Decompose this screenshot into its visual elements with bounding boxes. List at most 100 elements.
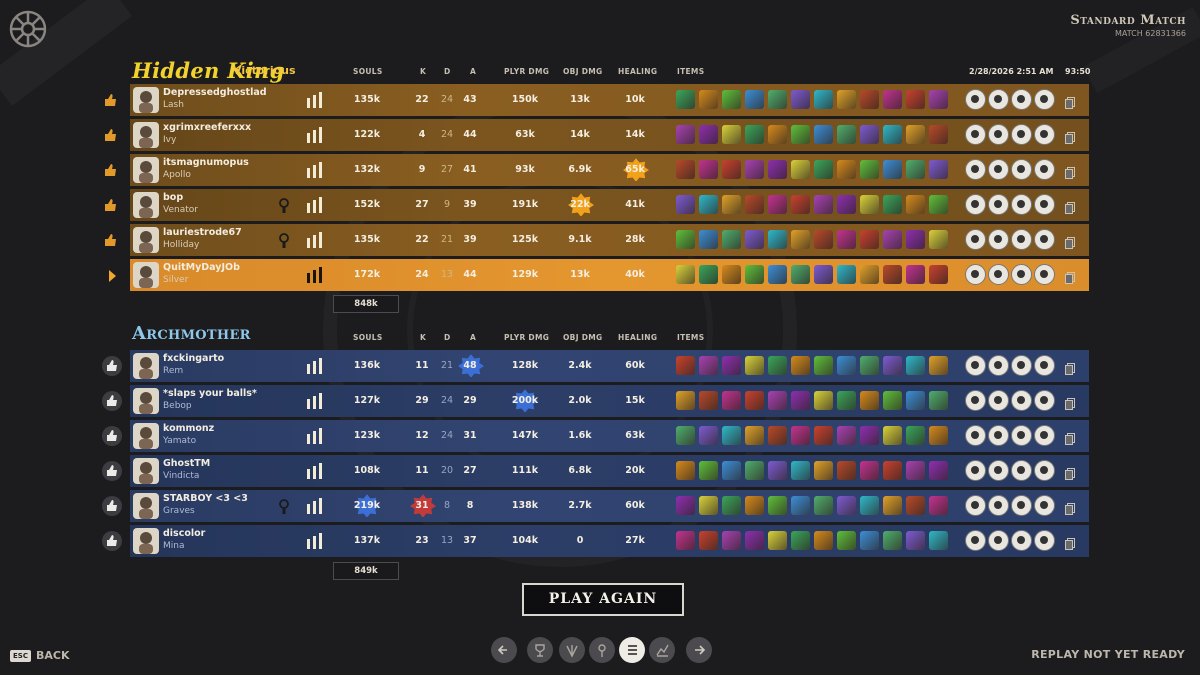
- item-icon[interactable]: [699, 230, 718, 249]
- thumbs-up-icon[interactable]: [102, 426, 122, 446]
- item-icon[interactable]: [768, 531, 787, 550]
- player-name[interactable]: kommonz: [163, 423, 214, 434]
- thumbs-up-icon[interactable]: [103, 197, 121, 215]
- copy-build-icon[interactable]: [1065, 535, 1075, 550]
- nav-hero-button[interactable]: [559, 637, 585, 663]
- item-icon[interactable]: [745, 531, 764, 550]
- item-icon[interactable]: [676, 195, 695, 214]
- player-name[interactable]: lauriestrode67: [163, 227, 242, 238]
- item-icon[interactable]: [929, 195, 948, 214]
- item-icon[interactable]: [883, 496, 902, 515]
- item-icon[interactable]: [883, 461, 902, 480]
- item-icon[interactable]: [699, 195, 718, 214]
- item-icon[interactable]: [699, 531, 718, 550]
- item-icon[interactable]: [906, 496, 925, 515]
- item-icon[interactable]: [768, 461, 787, 480]
- item-icon[interactable]: [699, 461, 718, 480]
- item-icon[interactable]: [814, 125, 833, 144]
- item-icon[interactable]: [929, 125, 948, 144]
- item-icon[interactable]: [768, 125, 787, 144]
- item-icon[interactable]: [676, 461, 695, 480]
- item-icon[interactable]: [791, 391, 810, 410]
- item-icon[interactable]: [676, 160, 695, 179]
- copy-build-icon[interactable]: [1065, 430, 1075, 445]
- player-row[interactable]: fxckingarto Rem 136k 11 21 48 128k 2.4k 60k: [130, 350, 1089, 382]
- item-icon[interactable]: [929, 426, 948, 445]
- item-icon[interactable]: [745, 356, 764, 375]
- item-icon[interactable]: [676, 90, 695, 109]
- item-icon[interactable]: [837, 195, 856, 214]
- thumbs-up-icon[interactable]: [102, 391, 122, 411]
- player-name[interactable]: GhostTM: [163, 458, 210, 469]
- item-icon[interactable]: [722, 531, 741, 550]
- nav-trophy-button[interactable]: [527, 637, 553, 663]
- item-icon[interactable]: [906, 265, 925, 284]
- item-icon[interactable]: [883, 125, 902, 144]
- item-icon[interactable]: [722, 461, 741, 480]
- item-icon[interactable]: [837, 160, 856, 179]
- item-icon[interactable]: [929, 90, 948, 109]
- item-icon[interactable]: [699, 391, 718, 410]
- item-icon[interactable]: [791, 531, 810, 550]
- item-icon[interactable]: [722, 195, 741, 214]
- item-icon[interactable]: [768, 356, 787, 375]
- player-name[interactable]: STARBOY <3 <3: [163, 493, 248, 504]
- item-icon[interactable]: [860, 90, 879, 109]
- item-icon[interactable]: [745, 160, 764, 179]
- item-icon[interactable]: [768, 391, 787, 410]
- item-icon[interactable]: [699, 356, 718, 375]
- item-icon[interactable]: [906, 461, 925, 480]
- item-icon[interactable]: [676, 125, 695, 144]
- copy-build-icon[interactable]: [1065, 395, 1075, 410]
- player-name[interactable]: discolor: [163, 528, 205, 539]
- item-icon[interactable]: [699, 426, 718, 445]
- item-icon[interactable]: [860, 160, 879, 179]
- item-icon[interactable]: [699, 125, 718, 144]
- item-icon[interactable]: [791, 461, 810, 480]
- thumbs-up-icon[interactable]: [102, 356, 122, 376]
- item-icon[interactable]: [722, 356, 741, 375]
- nav-souls-button[interactable]: [589, 637, 615, 663]
- item-icon[interactable]: [906, 195, 925, 214]
- item-icon[interactable]: [722, 90, 741, 109]
- player-name[interactable]: QuitMyDayJOb: [163, 262, 240, 273]
- item-icon[interactable]: [883, 160, 902, 179]
- item-icon[interactable]: [676, 531, 695, 550]
- copy-build-icon[interactable]: [1065, 465, 1075, 480]
- nav-next-button[interactable]: [686, 637, 712, 663]
- thumbs-up-icon[interactable]: [103, 127, 121, 145]
- thumbs-up-icon[interactable]: [103, 92, 121, 110]
- item-icon[interactable]: [791, 496, 810, 515]
- item-icon[interactable]: [883, 426, 902, 445]
- item-icon[interactable]: [745, 230, 764, 249]
- item-icon[interactable]: [814, 230, 833, 249]
- thumbs-up-icon[interactable]: [102, 531, 122, 551]
- item-icon[interactable]: [906, 356, 925, 375]
- copy-build-icon[interactable]: [1065, 360, 1075, 375]
- item-icon[interactable]: [814, 356, 833, 375]
- item-icon[interactable]: [791, 195, 810, 214]
- item-icon[interactable]: [929, 461, 948, 480]
- copy-build-icon[interactable]: [1065, 500, 1075, 515]
- player-name[interactable]: *slaps your balls*: [163, 388, 257, 399]
- player-name[interactable]: bop: [163, 192, 183, 203]
- item-icon[interactable]: [929, 391, 948, 410]
- player-row[interactable]: lauriestrode67 Holliday 135k 22 21 39 125k 9.1k…: [130, 224, 1089, 256]
- copy-build-icon[interactable]: [1065, 164, 1075, 179]
- item-icon[interactable]: [768, 496, 787, 515]
- item-icon[interactable]: [906, 230, 925, 249]
- item-icon[interactable]: [929, 531, 948, 550]
- item-icon[interactable]: [791, 230, 810, 249]
- player-row[interactable]: Depressedghostlad Lash 135k 22 24 43 150k 13k 10…: [130, 84, 1089, 116]
- item-icon[interactable]: [837, 125, 856, 144]
- item-icon[interactable]: [883, 356, 902, 375]
- item-icon[interactable]: [791, 265, 810, 284]
- item-icon[interactable]: [906, 391, 925, 410]
- item-icon[interactable]: [745, 195, 764, 214]
- play-again-button[interactable]: PLAY AGAIN: [522, 583, 684, 616]
- item-icon[interactable]: [883, 230, 902, 249]
- item-icon[interactable]: [768, 90, 787, 109]
- item-icon[interactable]: [676, 356, 695, 375]
- player-row[interactable]: STARBOY <3 <3 Graves 219k 31 8 8 138k 2.7k 60k: [130, 490, 1089, 522]
- item-icon[interactable]: [883, 265, 902, 284]
